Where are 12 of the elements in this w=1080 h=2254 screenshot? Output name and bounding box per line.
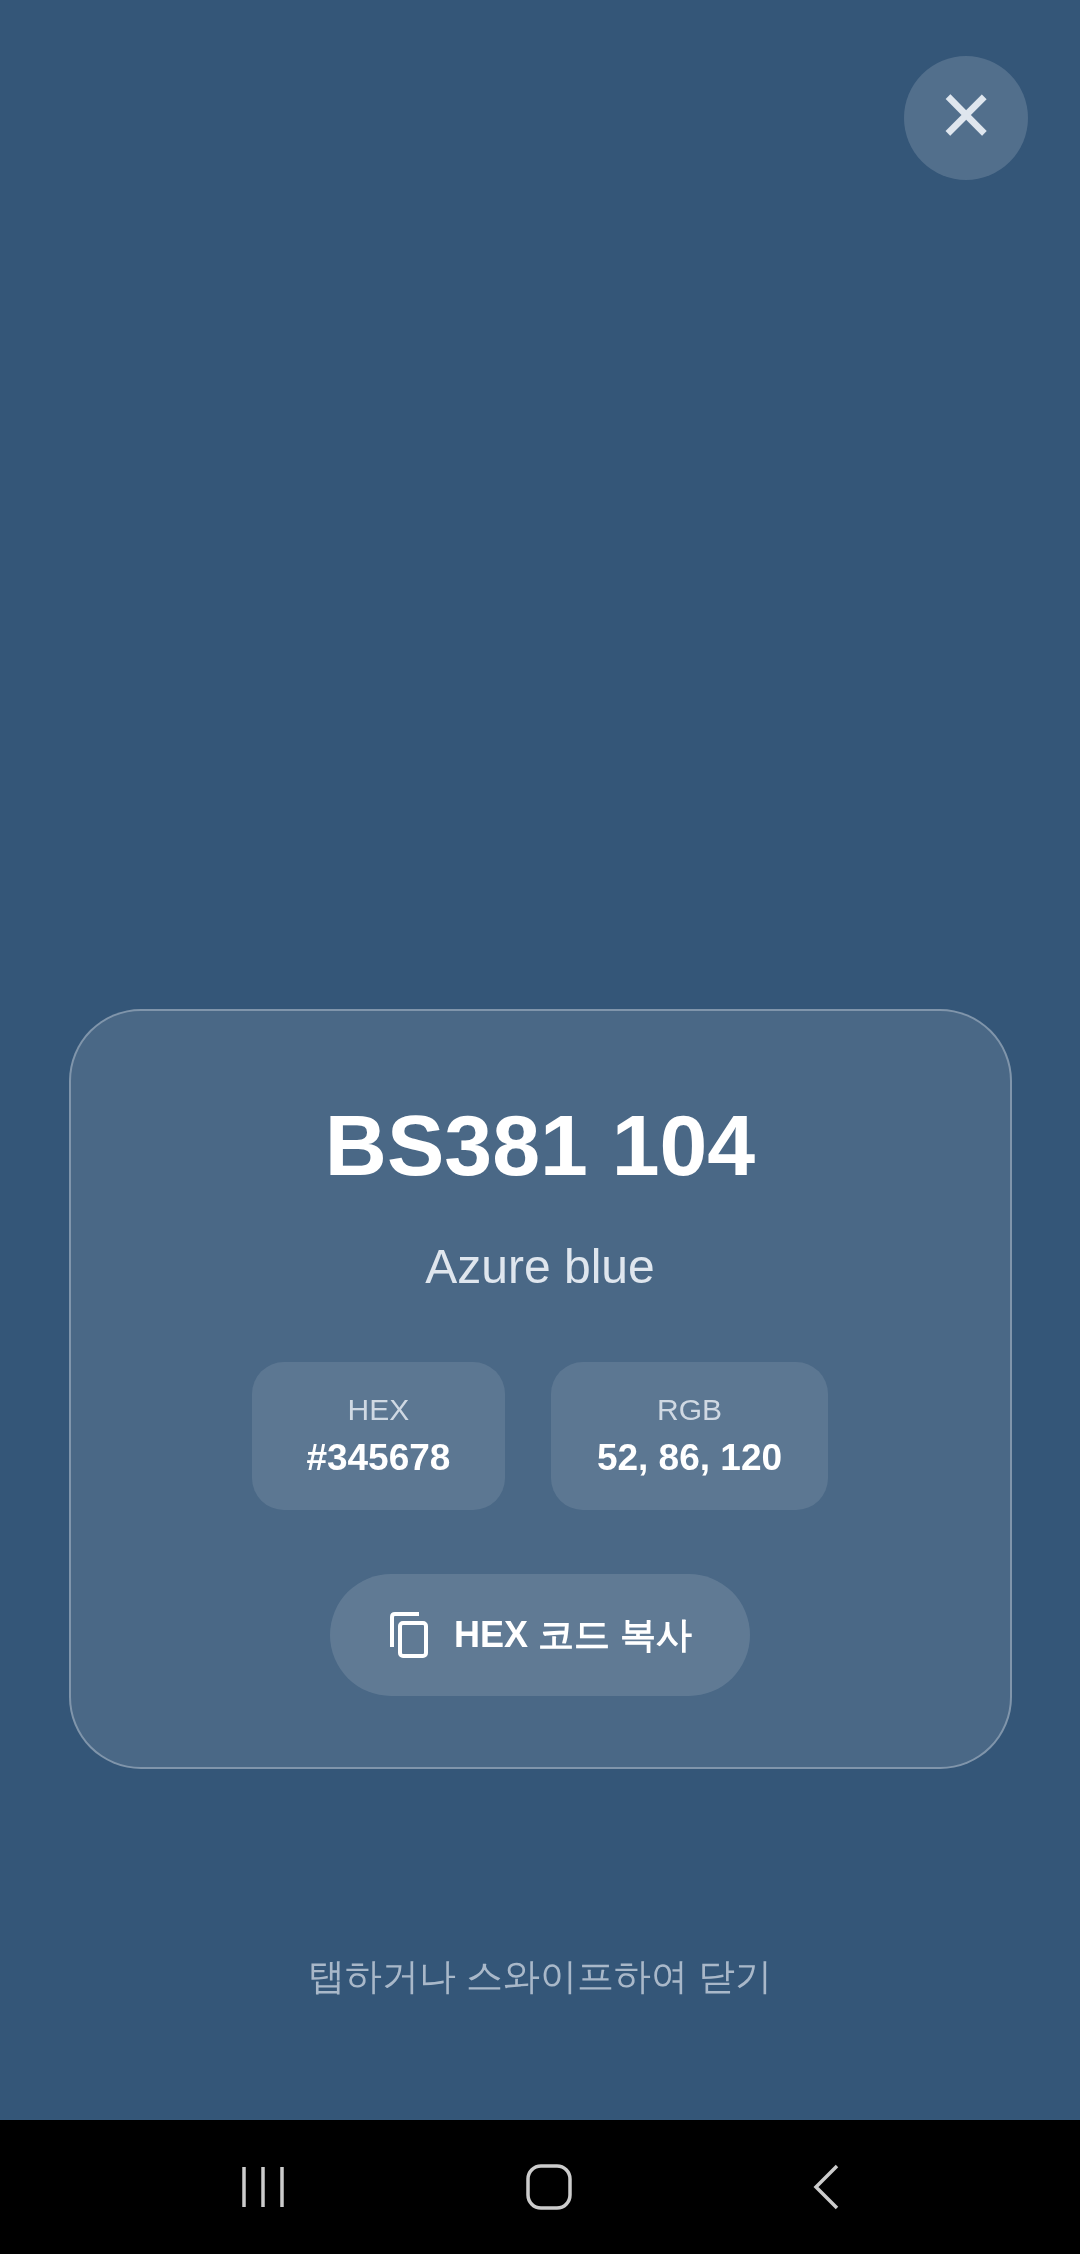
- home-icon[interactable]: [526, 2164, 572, 2210]
- value-label: RGB: [657, 1392, 722, 1428]
- value-text: #345678: [306, 1436, 451, 1480]
- recents-icon[interactable]: [240, 2165, 286, 2209]
- value-text: 52, 86, 120: [596, 1436, 783, 1480]
- dismiss-hint: 탭하거나 스와이프하여 닫기: [307, 1955, 773, 1999]
- copy-button[interactable]: HEX 코드 복사: [330, 1574, 750, 1696]
- value-label: HEX: [347, 1392, 410, 1428]
- close-button[interactable]: ×: [904, 56, 1028, 180]
- back-icon[interactable]: [812, 2164, 840, 2210]
- color-code: BS381 104: [324, 1096, 756, 1195]
- color-name: Azure blue: [425, 1239, 655, 1295]
